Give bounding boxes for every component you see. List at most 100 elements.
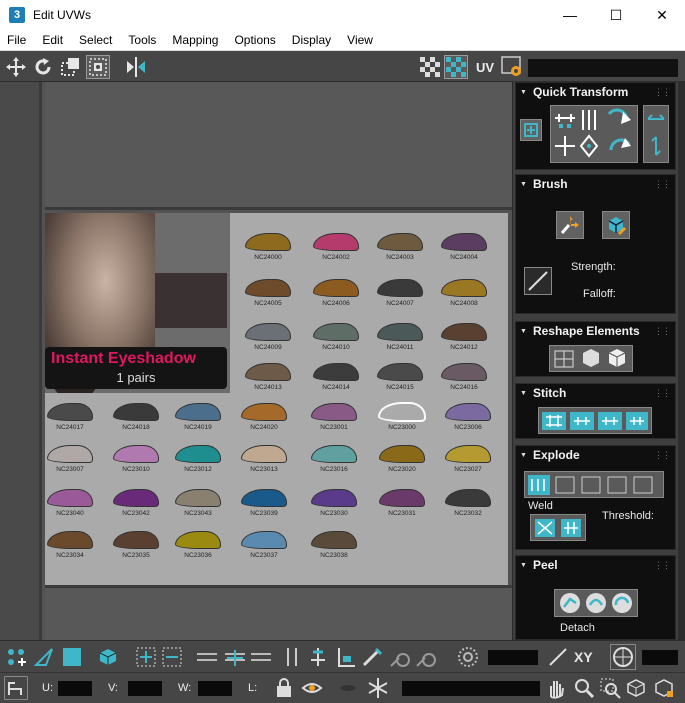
eyeshadow-pattern[interactable] [313,233,359,251]
eyeshadow-pattern[interactable] [175,445,221,463]
drag-grip-icon[interactable]: ⋮⋮ [654,87,671,98]
menu-options[interactable]: Options [226,33,283,47]
loop-ring-icons[interactable] [194,645,274,669]
v-field[interactable] [128,681,162,696]
toolbar-map-dropdown[interactable] [528,59,678,77]
space-button-group[interactable] [643,105,669,163]
selection-info-field[interactable] [402,681,540,696]
uv-toggle-icon[interactable]: UV [473,55,497,79]
grow-selection-icon[interactable] [134,645,158,669]
eyeshadow-pattern[interactable] [311,445,357,463]
menu-display[interactable]: Display [284,33,339,47]
eyeshadow-pattern[interactable] [311,531,357,549]
eyeshadow-pattern[interactable] [441,233,487,251]
element-select-icon[interactable] [96,645,120,669]
eyeshadow-pattern[interactable] [241,403,287,421]
point-to-point-icon[interactable] [280,645,304,669]
eyeshadow-pattern[interactable] [113,531,159,549]
eyeshadow-pattern[interactable] [377,323,423,341]
menu-tools[interactable]: Tools [120,33,164,47]
zoom-extents-icon[interactable] [624,676,648,700]
eyeshadow-pattern[interactable] [47,531,93,549]
drag-grip-icon[interactable]: ⋮⋮ [654,388,671,399]
eyeshadow-pattern[interactable] [241,445,287,463]
falloff-curve-icon[interactable] [546,645,570,669]
world-value-field[interactable] [642,650,678,665]
eyeshadow-pattern[interactable] [377,233,423,251]
eyeshadow-pattern[interactable] [379,403,425,421]
checker-map-icon[interactable] [444,55,468,79]
eyeshadow-pattern[interactable] [311,403,357,421]
eyeshadow-pattern[interactable] [441,323,487,341]
brush-falloff-size-icon[interactable] [414,645,438,669]
eyeshadow-pattern[interactable] [175,403,221,421]
eyeshadow-pattern[interactable] [175,489,221,507]
align-center-icon[interactable] [520,119,542,141]
move-icon[interactable] [4,55,28,79]
drag-grip-icon[interactable]: ⋮⋮ [654,326,671,337]
world-space-icon[interactable] [610,644,636,670]
explode-button-group[interactable] [524,471,664,498]
lock-icon[interactable] [272,676,296,700]
drag-grip-icon[interactable]: ⋮⋮ [654,560,671,571]
eyeshadow-pattern[interactable] [441,279,487,297]
eyeshadow-pattern[interactable] [113,445,159,463]
eyeshadow-pattern[interactable] [113,403,159,421]
rotate-icon[interactable] [31,55,55,79]
uv-viewport[interactable]: Instant Eyeshadow 1 pairs NC24000 NC24002… [0,82,512,640]
scale-icon[interactable] [58,55,82,79]
panel-scrollbar[interactable] [678,82,685,640]
brush-falloff-icon[interactable] [524,267,552,295]
eyeshadow-pattern[interactable] [445,489,491,507]
absolute-offset-icon[interactable] [4,676,28,700]
pan-hand-icon[interactable] [544,676,568,700]
reshape-header[interactable]: ▼ Reshape Elements [520,324,640,338]
eyeshadow-pattern[interactable] [245,363,291,381]
select-by-element-icon[interactable] [306,645,330,669]
shrink-selection-icon[interactable] [160,645,184,669]
u-field[interactable] [58,681,92,696]
explode-header[interactable]: ▼ Explode [520,448,580,462]
hide-icon[interactable] [336,676,360,700]
quick-transform-header[interactable]: ▼ Quick Transform [520,85,628,99]
zoom-region-icon[interactable] [598,676,622,700]
eyeshadow-pattern[interactable] [175,531,221,549]
brush-header[interactable]: ▼ Brush [520,177,568,191]
w-field[interactable] [198,681,232,696]
eyeshadow-pattern[interactable] [379,445,425,463]
eyeshadow-pattern[interactable] [445,445,491,463]
eyeshadow-pattern[interactable] [241,531,287,549]
drag-grip-icon[interactable]: ⋮⋮ [654,179,671,190]
face-select-icon[interactable] [60,645,84,669]
eyeshadow-pattern[interactable] [313,323,359,341]
minimize-button[interactable]: — [547,0,593,30]
soft-selection-value-field[interactable] [488,650,538,665]
menu-select[interactable]: Select [71,33,120,47]
paint-move-brush-icon[interactable] [556,211,584,239]
edge-select-icon[interactable] [32,645,56,669]
eyeshadow-pattern[interactable] [113,489,159,507]
peel-button-group[interactable] [554,589,638,617]
reshape-button-group[interactable] [549,345,633,372]
maximize-button[interactable]: ☐ [593,0,639,30]
eyeshadow-pattern[interactable] [47,489,93,507]
select-overlap-icon[interactable] [334,645,358,669]
close-button[interactable]: ✕ [639,0,685,30]
eyeshadow-pattern[interactable] [313,279,359,297]
mirror-icon[interactable] [124,55,148,79]
vertex-select-icon[interactable] [4,645,28,669]
paint-select-icon[interactable] [360,645,384,669]
eyeshadow-pattern[interactable] [245,323,291,341]
zoom-selected-icon[interactable] [652,676,676,700]
eyeshadow-pattern[interactable] [245,233,291,251]
checker-pattern-icon[interactable] [418,55,442,79]
relax-brush-icon[interactable] [602,211,630,239]
eyeshadow-pattern[interactable] [241,489,287,507]
menu-view[interactable]: View [339,33,381,47]
menu-file[interactable]: File [0,33,34,47]
settings-icon[interactable] [500,55,524,79]
eyeshadow-pattern[interactable] [47,403,93,421]
menu-edit[interactable]: Edit [34,33,71,47]
xy-toggle[interactable]: XY [574,649,593,665]
stitch-button-group[interactable] [538,407,652,434]
